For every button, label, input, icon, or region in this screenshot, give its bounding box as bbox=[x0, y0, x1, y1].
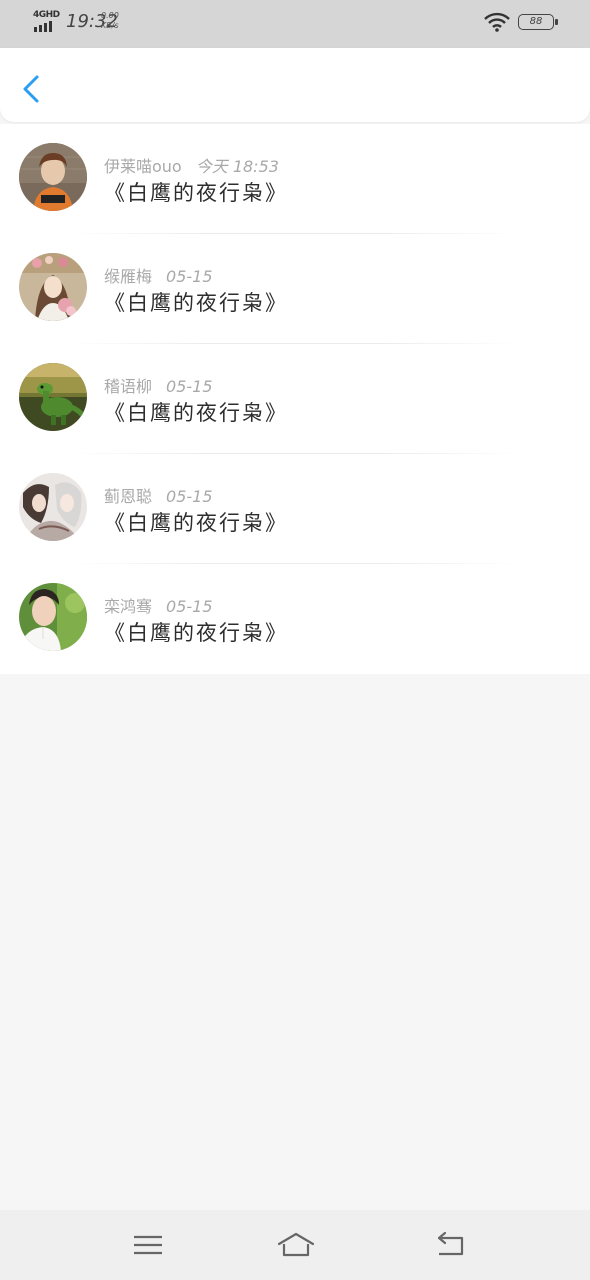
avatar[interactable] bbox=[19, 363, 87, 431]
system-nav-bar bbox=[0, 1210, 590, 1280]
battery-icon: 88 bbox=[518, 14, 558, 30]
book-title: 《白鹰的夜行枭》 bbox=[104, 511, 288, 535]
book-title: 《白鹰的夜行枭》 bbox=[104, 621, 288, 645]
post-time: 今天 18:53 bbox=[195, 157, 279, 176]
network-speed: 0.00 KB/s bbox=[101, 11, 119, 31]
battery-level: 88 bbox=[529, 16, 543, 27]
avatar[interactable] bbox=[19, 143, 87, 211]
author-name: 蓟恩聪 bbox=[104, 487, 153, 506]
avatar[interactable] bbox=[19, 253, 87, 321]
post-time: 05-15 bbox=[166, 597, 213, 616]
author-name: 栾鸿骞 bbox=[104, 597, 153, 616]
list-item[interactable]: 稽语柳 05-15 《白鹰的夜行枭》 bbox=[0, 344, 590, 454]
item-meta: 缑雁梅 05-15 bbox=[104, 263, 213, 287]
menu-icon[interactable] bbox=[130, 1228, 166, 1262]
avatar[interactable] bbox=[19, 473, 87, 541]
author-name: 缑雁梅 bbox=[104, 267, 153, 286]
author-name: 稽语柳 bbox=[104, 377, 153, 396]
post-time: 05-15 bbox=[166, 487, 213, 506]
signal-icon bbox=[34, 21, 52, 32]
wifi-icon bbox=[484, 12, 510, 32]
item-meta: 蓟恩聪 05-15 bbox=[104, 483, 213, 507]
author-name: 伊莱喵ouo bbox=[104, 157, 182, 176]
back-arrow-icon[interactable] bbox=[432, 1228, 468, 1262]
speed-value: 0.00 bbox=[101, 11, 119, 20]
post-time: 05-15 bbox=[166, 377, 213, 396]
chevron-left-icon[interactable] bbox=[18, 72, 46, 106]
item-meta: 栾鸿骞 05-15 bbox=[104, 593, 213, 617]
avatar[interactable] bbox=[19, 583, 87, 651]
home-icon[interactable] bbox=[276, 1228, 316, 1262]
list-item[interactable]: 蓟恩聪 05-15 《白鹰的夜行枭》 bbox=[0, 454, 590, 564]
post-time: 05-15 bbox=[166, 267, 213, 286]
status-bar: 4GHD 19:32 0.00 KB/s 88 bbox=[0, 0, 590, 48]
header bbox=[0, 48, 590, 122]
book-title: 《白鹰的夜行枭》 bbox=[104, 291, 288, 315]
book-title: 《白鹰的夜行枭》 bbox=[104, 181, 288, 205]
list-item[interactable]: 缑雁梅 05-15 《白鹰的夜行枭》 bbox=[0, 234, 590, 344]
item-meta: 稽语柳 05-15 bbox=[104, 373, 213, 397]
network-type: 4GHD bbox=[33, 10, 60, 20]
item-meta: 伊莱喵ouo 今天 18:53 bbox=[104, 153, 279, 177]
book-title: 《白鹰的夜行枭》 bbox=[104, 401, 288, 425]
list-item[interactable]: 伊莱喵ouo 今天 18:53 《白鹰的夜行枭》 bbox=[0, 124, 590, 234]
speed-unit: KB/s bbox=[101, 21, 119, 30]
message-list: 伊莱喵ouo 今天 18:53 《白鹰的夜行枭》 缑雁梅 05-15 《白鹰的夜行枭… bbox=[0, 124, 590, 674]
list-item[interactable]: 栾鸿骞 05-15 《白鹰的夜行枭》 bbox=[0, 564, 590, 674]
